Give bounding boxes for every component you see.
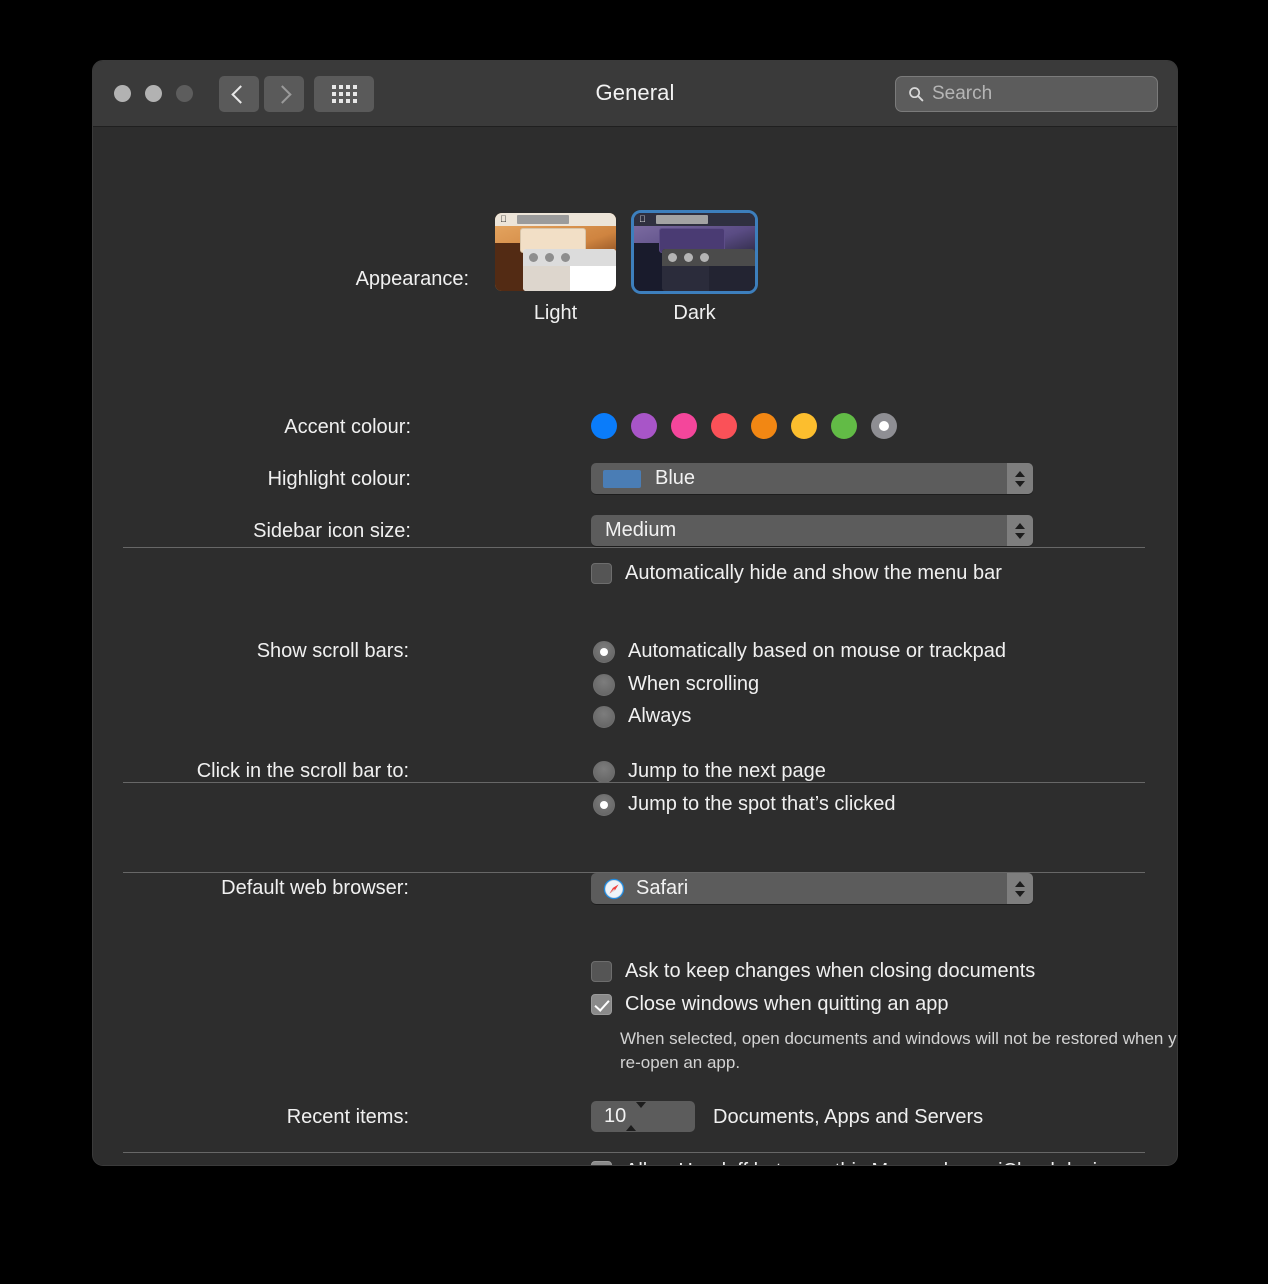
close-windows-help-text: When selected, open documents and window… [620, 1029, 1178, 1072]
dark-menu-item [656, 215, 708, 224]
chevron-down-icon [636, 1101, 647, 1125]
close-windows-label: Close windows when quitting an app [625, 993, 949, 1015]
click-scroll-bar-option-next-page[interactable]: Jump to the next page [593, 760, 826, 783]
appearance-light-thumbnail[interactable]:  [495, 213, 616, 291]
appearance-option-light[interactable]:  Light [495, 213, 616, 325]
search-icon [909, 87, 924, 102]
ask-to-keep-changes-checkbox[interactable] [591, 961, 612, 982]
appearance-light-caption: Light [533, 302, 578, 324]
radio-button[interactable] [593, 705, 615, 728]
chevron-up-icon [1015, 522, 1025, 529]
sidebar-icon-size-select[interactable]: Medium [591, 515, 1033, 546]
light-menu-item [517, 215, 569, 224]
chevron-up-icon [626, 1107, 637, 1131]
ask-to-keep-changes-label: Ask to keep changes when closing documen… [625, 960, 1036, 982]
click-scroll-bar-option-spot-clicked[interactable]: Jump to the spot that’s clicked [593, 793, 896, 816]
accent-colour-label: Accent colour: [284, 416, 411, 438]
radio-button[interactable] [593, 760, 615, 783]
default-web-browser-value: Safari [636, 877, 689, 899]
highlight-colour-select[interactable]: Blue [591, 463, 1033, 494]
handoff-checkbox[interactable] [591, 1161, 612, 1165]
chevron-down-icon [1015, 532, 1025, 539]
screen: General Appearance:  [0, 0, 1268, 1284]
search-input[interactable] [932, 83, 1132, 105]
highlight-colour-swatch [603, 469, 641, 488]
dark-menubar:  [634, 213, 755, 226]
appearance-option-dark[interactable]:  Dark [631, 210, 758, 325]
light-window-dots [529, 253, 570, 262]
scroll-bars-option-label: Always [628, 705, 692, 727]
section-divider [123, 547, 1145, 548]
default-web-browser-label: Default web browser: [221, 877, 409, 899]
radio-button[interactable] [593, 673, 615, 696]
light-window-front [523, 249, 616, 291]
scroll-bars-option-label: Automatically based on mouse or trackpad [628, 640, 1006, 662]
show-scroll-bars-label: Show scroll bars: [256, 640, 409, 662]
accent-swatch-blue[interactable] [591, 413, 617, 439]
ask-to-keep-changes-checkbox-row[interactable]: Ask to keep changes when closing documen… [591, 960, 1035, 983]
scroll-bars-option-when-scrolling[interactable]: When scrolling [593, 673, 759, 696]
scroll-bars-option-automatic[interactable]: Automatically based on mouse or trackpad [593, 640, 1006, 663]
appearance-dark-thumbnail[interactable]:  [631, 210, 758, 294]
accent-swatch-orange[interactable] [751, 413, 777, 439]
section-divider [123, 1152, 1145, 1153]
highlight-colour-label: Highlight colour: [267, 468, 411, 490]
section-divider [123, 782, 1145, 783]
handoff-checkbox-row[interactable]: Allow Handoff between this Mac and your … [591, 1160, 1128, 1165]
light-window-sidebar [523, 266, 570, 291]
auto-hide-menu-bar-checkbox[interactable] [591, 563, 612, 584]
safari-compass-icon [603, 878, 625, 899]
dark-window-dots [668, 253, 709, 262]
sidebar-icon-size-value: Medium [605, 519, 677, 541]
recent-items-value: 10 [604, 1105, 627, 1127]
accent-colour-swatches [591, 413, 897, 439]
handoff-label: Allow Handoff between this Mac and your … [625, 1160, 1128, 1165]
dark-window-front [662, 249, 755, 291]
click-scroll-bar-option-label: Jump to the spot that’s clicked [628, 793, 896, 815]
default-web-browser-stepper[interactable] [1007, 873, 1033, 904]
accent-swatch-green[interactable] [831, 413, 857, 439]
click-scroll-bar-label: Click in the scroll bar to: [196, 760, 409, 782]
radio-button[interactable] [593, 640, 615, 663]
accent-swatch-red[interactable] [711, 413, 737, 439]
chevron-down-icon [1015, 890, 1025, 897]
sidebar-icon-size-stepper[interactable] [1007, 515, 1033, 546]
accent-swatch-yellow[interactable] [791, 413, 817, 439]
system-preferences-window: General Appearance:  [92, 60, 1178, 1166]
section-divider [123, 872, 1145, 873]
accent-swatch-purple[interactable] [631, 413, 657, 439]
chevron-down-icon [1015, 480, 1025, 487]
chevron-up-icon [1015, 470, 1025, 477]
scroll-bars-option-always[interactable]: Always [593, 705, 691, 728]
recent-items-label: Recent items: [286, 1106, 409, 1128]
recent-items-stepper[interactable]: 10 [591, 1101, 695, 1132]
appearance-dark-caption: Dark [673, 302, 716, 324]
sidebar-icon-size-label: Sidebar icon size: [253, 520, 411, 542]
accent-swatch-graphite[interactable] [871, 413, 897, 439]
radio-button[interactable] [593, 793, 615, 816]
recent-items-stepper-arrows[interactable] [626, 1101, 647, 1131]
chevron-up-icon [1015, 880, 1025, 887]
default-web-browser-select[interactable]: Safari [591, 873, 1033, 904]
preferences-content: Appearance:  [93, 127, 1178, 1165]
highlight-colour-value: Blue [655, 467, 696, 489]
recent-items-suffix: Documents, Apps and Servers [713, 1106, 984, 1128]
scroll-bars-option-label: When scrolling [628, 673, 760, 695]
auto-hide-menu-bar-label: Automatically hide and show the menu bar [625, 562, 1002, 584]
highlight-colour-stepper[interactable] [1007, 463, 1033, 494]
click-scroll-bar-option-label: Jump to the next page [628, 760, 826, 782]
close-windows-checkbox[interactable] [591, 994, 612, 1015]
window-titlebar: General [93, 61, 1177, 127]
apple-logo-icon:  [500, 215, 507, 224]
apple-logo-icon:  [639, 215, 646, 224]
light-menubar:  [495, 213, 616, 226]
close-windows-checkbox-row[interactable]: Close windows when quitting an app [591, 993, 949, 1016]
accent-swatch-pink[interactable] [671, 413, 697, 439]
search-field[interactable] [895, 76, 1158, 112]
auto-hide-menu-bar-checkbox-row[interactable]: Automatically hide and show the menu bar [591, 562, 1002, 585]
appearance-label: Appearance: [355, 268, 469, 290]
dark-window-sidebar [662, 266, 709, 291]
